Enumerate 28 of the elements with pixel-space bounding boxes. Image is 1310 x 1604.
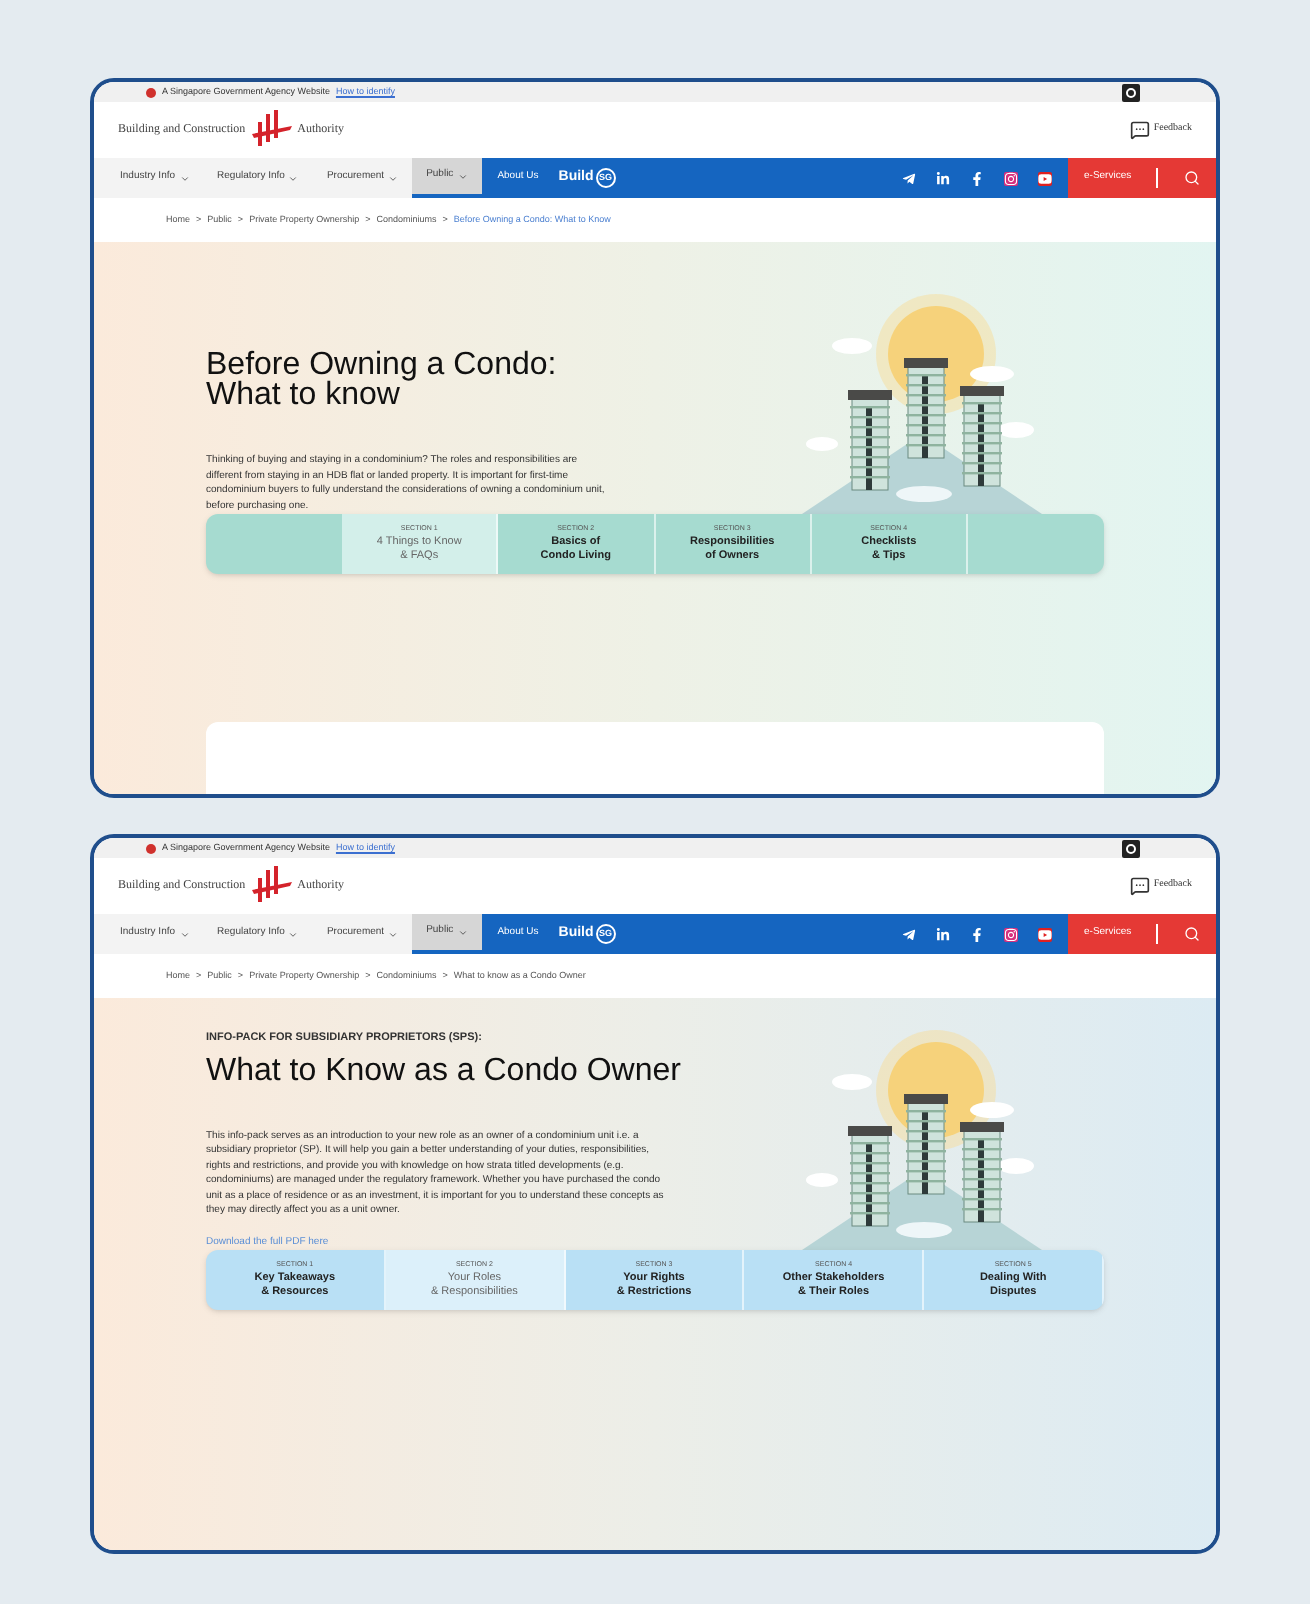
instagram-icon[interactable] [1004,171,1018,185]
telegram-icon[interactable] [902,171,916,185]
caret-icon [457,171,468,181]
caret-icon [179,173,190,183]
feedback-icon[interactable] [1129,120,1150,140]
caret-icon [388,929,399,939]
caret-icon [388,173,399,183]
youtube-icon[interactable] [1038,171,1052,185]
facebook-icon[interactable] [970,927,984,941]
facebook-icon[interactable] [970,171,984,185]
accessibility-icon[interactable] [1122,839,1140,857]
instagram-icon[interactable] [1004,927,1018,941]
linkedin-icon[interactable] [936,927,950,941]
logo-mark-icon [249,866,294,906]
youtube-icon[interactable] [1038,927,1052,941]
page-title: Before Owning a Condo: What to know [206,350,559,410]
logo-mark-icon [249,110,294,150]
search-icon[interactable] [1184,170,1200,186]
caret-icon [288,929,299,939]
feedback-icon[interactable] [1129,876,1150,896]
telegram-icon[interactable] [902,927,916,941]
accessibility-icon[interactable] [1122,83,1140,101]
caret-icon [179,929,190,939]
caret-icon [288,173,299,183]
page-title: What to Know as a Condo Owner [206,1055,683,1085]
search-icon[interactable] [1184,926,1200,942]
linkedin-icon[interactable] [936,171,950,185]
caret-icon [457,927,468,937]
